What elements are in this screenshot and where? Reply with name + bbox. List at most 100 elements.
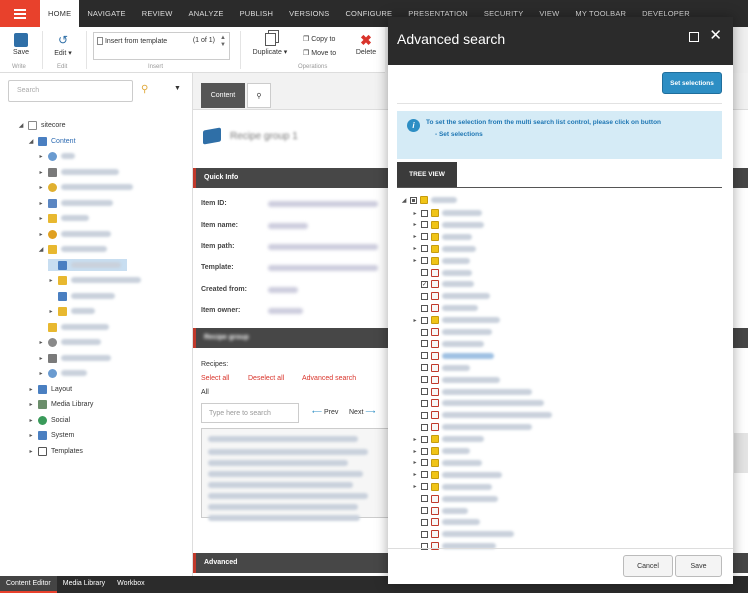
expand-arrow-icon[interactable]: ▸ <box>412 483 418 490</box>
copy-to-button[interactable]: ❐ Copy to <box>303 35 335 43</box>
deselect-all-link[interactable]: Deselect all <box>248 375 284 382</box>
tree-node-blurred[interactable]: ▸ <box>38 367 87 379</box>
tab-workbox[interactable]: Workbox <box>111 576 151 593</box>
tree-search-input[interactable]: Search <box>8 80 133 102</box>
tree-node-blurred[interactable]: ▸ <box>38 150 75 162</box>
dialog-tree-item[interactable]: ✓ <box>412 278 474 290</box>
tree-node-blurred[interactable]: ▸ <box>38 352 111 364</box>
tree-node-media-library[interactable]: ▸ Media Library <box>28 398 93 410</box>
dialog-tree-item[interactable]: ▸ <box>412 469 502 481</box>
checkbox[interactable] <box>421 483 428 491</box>
checkbox[interactable] <box>421 352 428 360</box>
checkbox[interactable] <box>421 233 428 241</box>
dialog-tree-item[interactable] <box>412 350 494 362</box>
tree-node-social[interactable]: ▸ Social <box>28 414 70 426</box>
recipe-list-box[interactable] <box>201 428 389 521</box>
checkbox[interactable] <box>421 340 428 348</box>
tree-node-sitecore[interactable]: ◢ sitecore <box>18 119 66 131</box>
dialog-tree-item[interactable]: ▸ <box>412 314 500 326</box>
dialog-tree-item[interactable] <box>412 290 490 302</box>
next-button[interactable]: Next ⟶ <box>349 408 375 416</box>
cancel-button[interactable]: Cancel <box>623 555 673 577</box>
dialog-tree-item[interactable]: ▸ <box>412 457 482 469</box>
tree-node-blurred[interactable]: ▸ <box>38 181 133 193</box>
checkbox[interactable] <box>421 471 428 479</box>
dialog-tree-item[interactable] <box>412 409 552 421</box>
dialog-tree-item[interactable] <box>412 374 500 386</box>
checkbox[interactable] <box>421 518 428 526</box>
dialog-tree-item[interactable]: ▸ <box>412 219 484 231</box>
dialog-tree-item[interactable]: ▸ <box>412 243 476 255</box>
dialog-tree-item[interactable] <box>412 421 532 433</box>
collapsed-arrow-icon[interactable]: ▸ <box>28 417 34 424</box>
dialog-tree-root[interactable]: ◢ <box>401 194 457 206</box>
checkbox[interactable] <box>421 209 428 217</box>
partial-checkbox[interactable] <box>410 196 417 204</box>
tree-node-blurred[interactable]: ◢ <box>38 243 107 255</box>
checkbox[interactable] <box>421 388 428 395</box>
dialog-tree-item[interactable] <box>412 338 484 350</box>
dialog-tree-item[interactable] <box>412 540 496 552</box>
expand-arrow-icon[interactable]: ▸ <box>412 210 418 217</box>
expand-arrow-icon[interactable]: ▸ <box>412 459 418 466</box>
dialog-tree-item[interactable] <box>412 267 472 279</box>
collapsed-arrow-icon[interactable]: ▸ <box>28 432 34 439</box>
search-icon[interactable]: ⚲ <box>141 84 148 95</box>
expand-arrow-icon[interactable]: ▸ <box>412 233 418 240</box>
tree-node-blurred[interactable] <box>38 321 109 333</box>
move-to-button[interactable]: ❐ Move to <box>303 49 336 57</box>
select-all-link[interactable]: Select all <box>201 375 229 382</box>
tree-node-blurred[interactable]: ▸ <box>38 336 101 348</box>
tree-node-blurred[interactable]: ▸ <box>38 228 111 240</box>
dialog-tree-item[interactable] <box>412 493 498 505</box>
checkbox[interactable] <box>421 316 428 324</box>
tree-node-templates[interactable]: ▸ Templates <box>28 445 83 457</box>
checkbox[interactable] <box>421 399 428 407</box>
dialog-tree-item[interactable] <box>412 302 478 314</box>
tree-node-blurred[interactable]: ▸ <box>48 274 141 286</box>
tree-node-system[interactable]: ▸ System <box>28 429 74 441</box>
expand-arrow-icon[interactable]: ◢ <box>18 122 24 129</box>
checkbox[interactable] <box>421 411 428 419</box>
dialog-tree-item[interactable] <box>412 397 544 409</box>
collapsed-arrow-icon[interactable]: ▸ <box>28 448 34 455</box>
checkbox[interactable] <box>421 507 428 514</box>
tab-media-library[interactable]: Media Library <box>57 576 111 593</box>
dialog-tree-item[interactable]: ▸ <box>412 445 470 457</box>
checkbox[interactable] <box>421 459 428 467</box>
dialog-tree-item[interactable] <box>412 386 532 398</box>
maximize-icon[interactable] <box>689 32 699 42</box>
checkbox[interactable] <box>421 257 428 265</box>
dialog-tree-item[interactable] <box>412 516 480 528</box>
expand-arrow-icon[interactable]: ▸ <box>412 221 418 228</box>
tree-node-blurred[interactable]: ▸ <box>48 305 95 317</box>
menu-tab-navigate[interactable]: NAVIGATE <box>79 0 133 27</box>
dialog-tree-item[interactable] <box>412 528 514 540</box>
checkbox[interactable] <box>421 447 428 455</box>
dialog-tree-item[interactable] <box>412 505 468 517</box>
checkbox[interactable] <box>421 435 428 443</box>
menu-tab-review[interactable]: REVIEW <box>134 0 181 27</box>
menu-tab-versions[interactable]: VERSIONS <box>281 0 337 27</box>
hamburger-menu-icon[interactable] <box>0 0 40 27</box>
dialog-tree-item[interactable]: ▸ <box>412 231 472 243</box>
checkbox[interactable] <box>421 376 428 384</box>
checkbox[interactable] <box>421 269 428 276</box>
expand-arrow-icon[interactable]: ▸ <box>412 257 418 264</box>
save-dialog-button[interactable]: Save <box>675 555 722 577</box>
checkbox[interactable] <box>421 495 428 503</box>
expand-arrow-icon[interactable]: ▸ <box>412 448 418 455</box>
checkbox[interactable] <box>421 530 428 538</box>
expand-arrow-icon[interactable]: ◢ <box>28 138 34 145</box>
delete-button[interactable]: ✖ Delete <box>352 33 380 56</box>
tab-content-editor[interactable]: Content Editor <box>0 576 57 593</box>
close-icon[interactable]: ✕ <box>709 28 722 43</box>
tree-node-layout[interactable]: ▸ Layout <box>28 383 72 395</box>
expand-arrow-icon[interactable]: ▸ <box>412 245 418 252</box>
dialog-tree-item[interactable]: ▸ <box>412 255 470 267</box>
search-options-chevron-icon[interactable]: ▼ <box>174 85 181 92</box>
insert-template-box[interactable]: Insert from template (1 of 1) ▲ ▼ <box>93 32 230 60</box>
tree-node-content[interactable]: ◢ Content <box>28 135 76 147</box>
recipe-filter-input[interactable]: Type here to search <box>201 403 299 423</box>
advanced-search-link[interactable]: Advanced search <box>302 375 356 382</box>
